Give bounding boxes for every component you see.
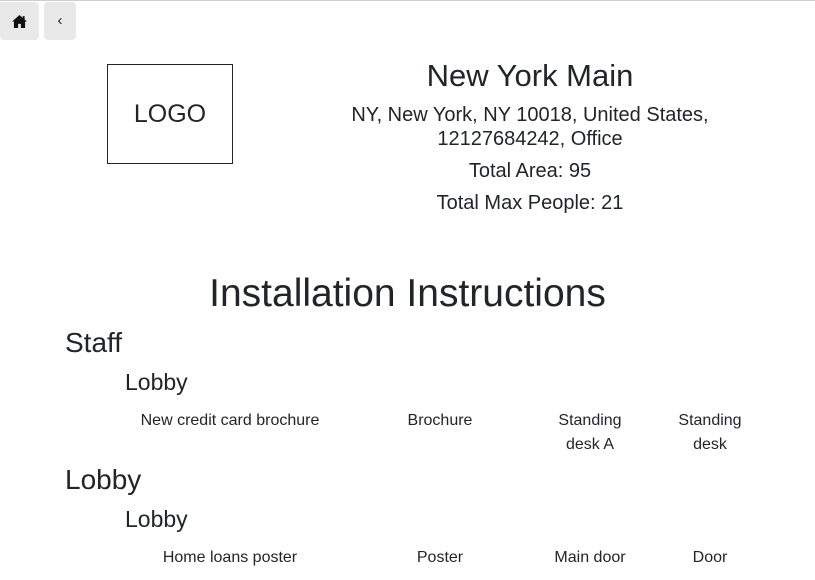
address-line-2: 12127684242, Office — [437, 128, 623, 150]
instruction-item: Home loans poster — [162, 549, 298, 566]
section-title: Staff — [65, 327, 123, 358]
location-address: NY, New York, NY 10018, United States, 1… — [340, 103, 720, 151]
home-button[interactable] — [0, 2, 39, 40]
instruction-placement: Standing desk A — [540, 409, 640, 457]
instruction-item: New credit card brochure — [140, 412, 320, 429]
instruction-type: Poster — [416, 549, 464, 566]
subsection-title: Lobby — [125, 506, 188, 532]
total-area: Total Area: 95 — [468, 160, 592, 182]
instruction-type: Brochure — [407, 412, 473, 429]
logo: LOGO — [107, 64, 233, 164]
location-title: New York Main — [426, 58, 634, 93]
logo-label: LOGO — [133, 99, 207, 128]
page-title: Installation Instructions — [209, 272, 606, 315]
chevron-left-icon: ‹ — [57, 11, 63, 29]
back-button[interactable]: ‹ — [44, 2, 76, 40]
section-title: Lobby — [65, 464, 142, 495]
instruction-fixture: Standing desk — [660, 409, 760, 457]
address-line-1: NY, New York, NY 10018, United States, — [351, 104, 709, 126]
page: ‹ LOGO New York Main NY, New York, NY 10… — [0, 0, 815, 580]
total-max-people: Total Max People: 21 — [436, 192, 624, 214]
fixture-line-1: Standing — [678, 412, 742, 429]
home-icon — [12, 14, 27, 28]
placement-line-2: desk A — [565, 436, 615, 453]
instruction-placement: Main door — [554, 549, 626, 566]
placement-line-1: Standing — [558, 412, 622, 429]
fixture-line-2: desk — [693, 436, 727, 453]
subsection-title: Lobby — [125, 369, 188, 395]
instruction-fixture: Door — [692, 549, 728, 566]
